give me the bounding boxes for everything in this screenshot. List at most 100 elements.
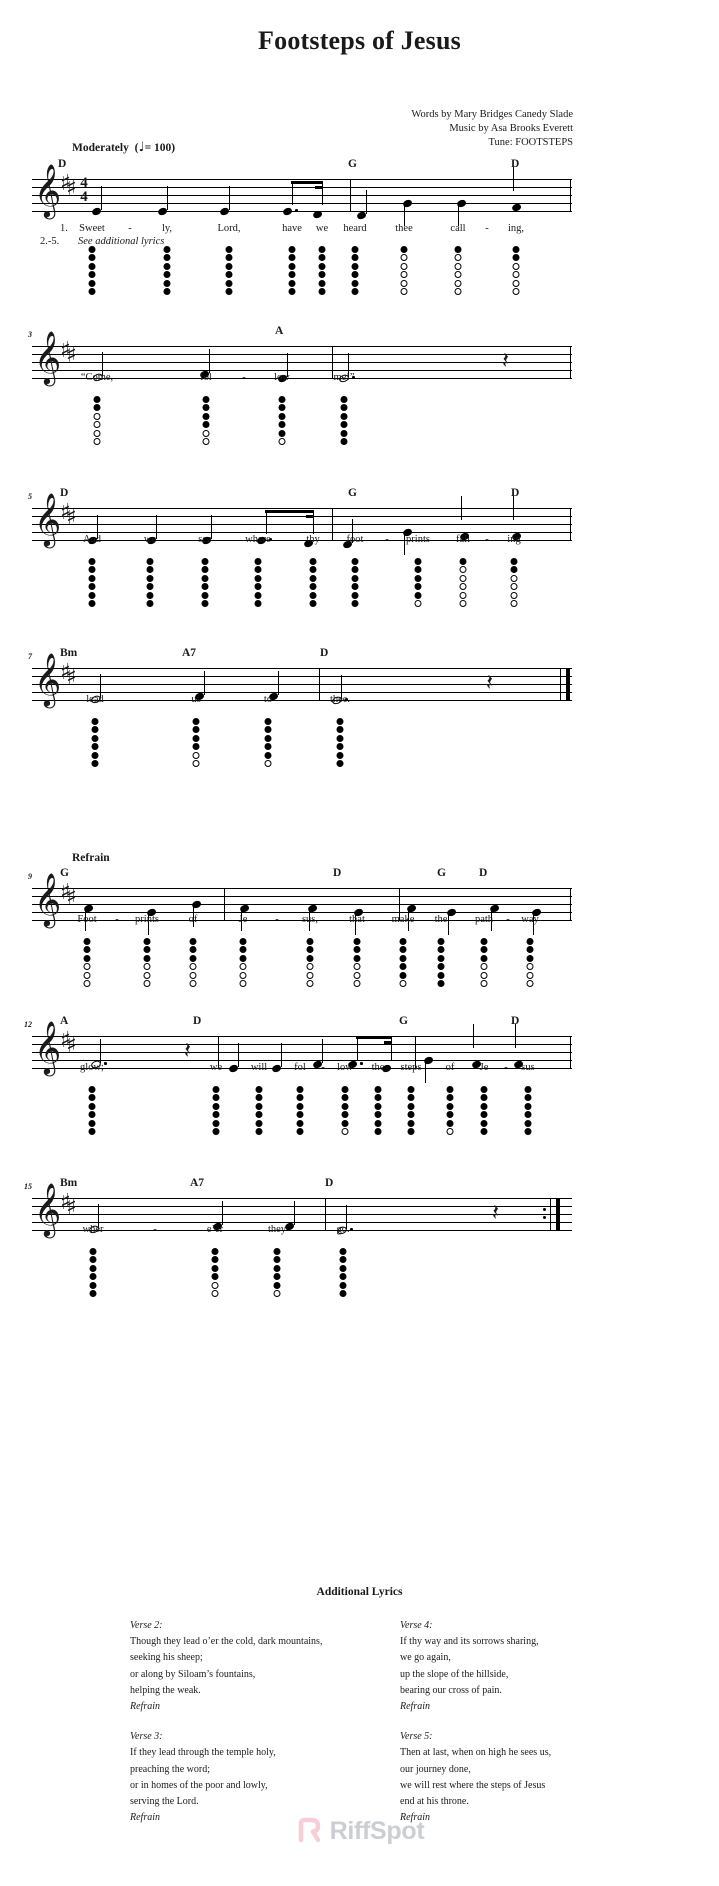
- hole-closed-icon: [437, 954, 445, 962]
- lyric-syllable: call: [450, 223, 466, 234]
- whistle-fingering-diagram: [351, 246, 359, 296]
- hole-closed-icon: [88, 574, 96, 582]
- barline: [560, 668, 562, 701]
- whistle-fingering-diagram: [201, 558, 209, 608]
- hole-closed-icon: [143, 954, 151, 962]
- hole-closed-icon: [339, 1248, 347, 1255]
- lyric-syllable: us: [191, 694, 201, 705]
- hole-open-icon: [239, 963, 247, 971]
- whistle-fingering-diagram: [480, 938, 488, 988]
- verse-heading: Verse 5:: [400, 1731, 433, 1743]
- hole-closed-icon: [374, 1086, 382, 1093]
- credit-tune: Tune: FOOTSTEPS: [488, 137, 573, 149]
- verse-line: up the slope of the hillside,: [400, 1668, 509, 1680]
- hole-open-icon: [510, 574, 518, 582]
- chord-symbol: D: [325, 1177, 334, 1189]
- lyric-syllable: fol: [294, 1062, 306, 1073]
- hole-open-icon: [510, 599, 518, 607]
- hole-closed-icon: [254, 558, 262, 565]
- staff: 𝄞 ♯ ♯: [32, 496, 572, 555]
- hole-closed-icon: [225, 287, 233, 295]
- hole-closed-icon: [163, 262, 171, 270]
- barline: [570, 346, 572, 379]
- hole-closed-icon: [146, 591, 154, 599]
- hole-open-icon: [202, 437, 210, 445]
- watermark: RiffSpot: [0, 1816, 719, 1851]
- whistle-fingering-diagram: [288, 246, 296, 296]
- whistle-fingering-diagram: [273, 1248, 281, 1298]
- hole-closed-icon: [91, 734, 99, 742]
- hole-closed-icon: [336, 751, 344, 759]
- hole-closed-icon: [339, 1273, 347, 1281]
- hole-closed-icon: [336, 759, 344, 767]
- whistle-fingering-diagram: [225, 246, 233, 296]
- hole-closed-icon: [192, 718, 200, 725]
- barline: [332, 508, 334, 541]
- chord-symbol: D: [60, 487, 69, 499]
- hole-closed-icon: [288, 262, 296, 270]
- lyric-syllable: where: [245, 534, 271, 545]
- measure-number: 15: [24, 1182, 32, 1191]
- hole-closed-icon: [83, 954, 91, 962]
- hole-closed-icon: [146, 558, 154, 565]
- hole-closed-icon: [437, 938, 445, 945]
- riffspot-logo-icon: [295, 1816, 325, 1846]
- lyric-syllable: -: [385, 534, 389, 545]
- hole-open-icon: [510, 583, 518, 591]
- whistle-fingering-diagram: [83, 938, 91, 988]
- credits-block: Words by Mary Bridges Canedy Slade Music…: [411, 108, 573, 151]
- lyric-syllable: -: [242, 372, 246, 383]
- hole-closed-icon: [318, 254, 326, 262]
- hole-open-icon: [353, 963, 361, 971]
- hole-closed-icon: [146, 583, 154, 591]
- verse-number-2-5: 2.-5.: [40, 236, 60, 247]
- hole-closed-icon: [512, 246, 520, 253]
- watermark-text: RiffSpot: [329, 1816, 425, 1845]
- hole-open-icon: [264, 759, 272, 767]
- hole-closed-icon: [239, 938, 247, 945]
- lyric-syllable: low: [274, 372, 290, 383]
- chord-symbol: Bm: [60, 647, 78, 659]
- lyric-syllable: steps: [400, 1062, 422, 1073]
- lyric-syllable: path: [474, 914, 494, 925]
- additional-lyrics-title: Additional Lyrics: [316, 1586, 403, 1598]
- hole-closed-icon: [399, 971, 407, 979]
- hole-open-icon: [143, 979, 151, 987]
- hole-closed-icon: [201, 558, 209, 565]
- hole-closed-icon: [143, 946, 151, 954]
- beam: [356, 1036, 391, 1040]
- hole-closed-icon: [88, 1086, 96, 1093]
- whistle-fingering-diagram: [143, 938, 151, 988]
- chord-symbol: D: [333, 867, 342, 879]
- hole-closed-icon: [480, 1086, 488, 1093]
- lyric-syllable: that: [349, 914, 365, 925]
- lyric-syllable: ing: [507, 534, 521, 545]
- hole-closed-icon: [212, 1119, 220, 1127]
- whistle-fingering-diagram: [336, 718, 344, 768]
- lyric-syllable: Lord,: [217, 223, 241, 234]
- additional-lyrics-column-left: Verse 2: Though they lead o’er the cold, …: [130, 1618, 380, 1826]
- chord-symbol: G: [437, 867, 446, 879]
- hole-open-icon: [143, 963, 151, 971]
- hole-closed-icon: [192, 726, 200, 734]
- hole-closed-icon: [264, 743, 272, 751]
- hole-closed-icon: [88, 1102, 96, 1110]
- hole-open-icon: [192, 759, 200, 767]
- hole-closed-icon: [273, 1273, 281, 1281]
- hole-closed-icon: [510, 566, 518, 574]
- hole-closed-icon: [340, 404, 348, 412]
- hole-closed-icon: [336, 734, 344, 742]
- hole-closed-icon: [374, 1127, 382, 1135]
- hole-closed-icon: [341, 1094, 349, 1102]
- hole-open-icon: [202, 429, 210, 437]
- lyric-syllable: -: [485, 534, 489, 545]
- hole-open-icon: [278, 437, 286, 445]
- hole-closed-icon: [374, 1102, 382, 1110]
- treble-clef-icon: 𝄞: [34, 652, 62, 706]
- hole-closed-icon: [351, 279, 359, 287]
- hole-closed-icon: [254, 583, 262, 591]
- verse-number-1: 1.: [60, 223, 68, 234]
- hole-closed-icon: [201, 583, 209, 591]
- lyric-syllable: -: [504, 1062, 508, 1073]
- hole-closed-icon: [414, 566, 422, 574]
